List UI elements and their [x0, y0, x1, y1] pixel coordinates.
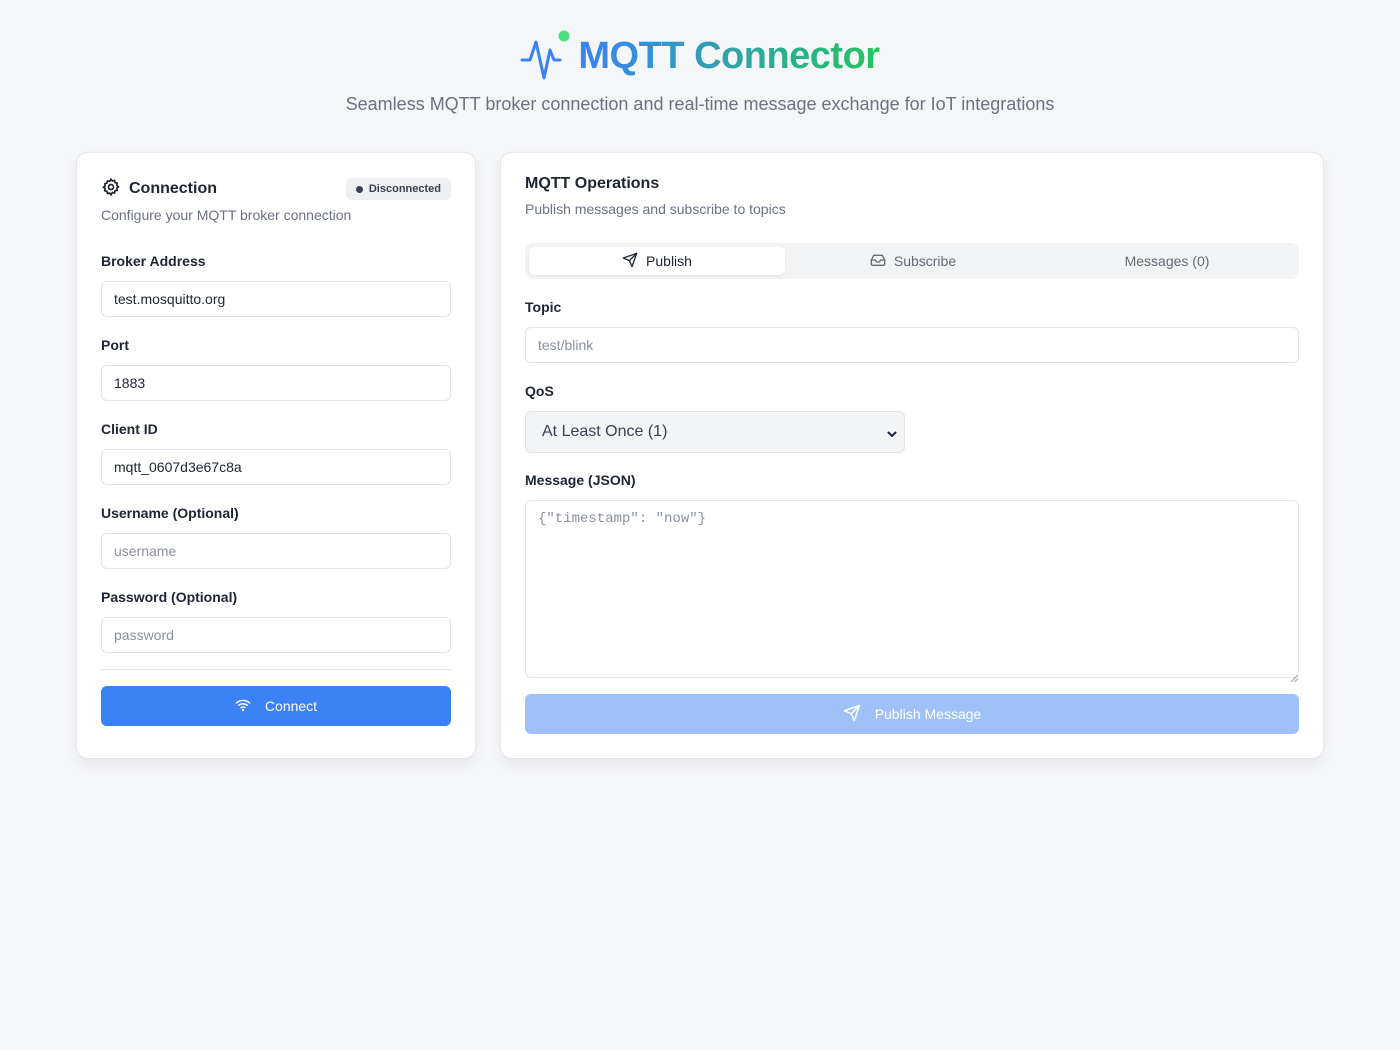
operations-tabs: Publish Subscribe Messages (0): [525, 243, 1299, 279]
status-text: Disconnected: [368, 183, 441, 195]
connect-button[interactable]: Connect: [101, 686, 451, 726]
activity-pulse-icon: [520, 28, 570, 84]
port-label: Port: [101, 337, 129, 353]
qos-selected-value: At Least Once (1): [542, 423, 668, 440]
client-id-input[interactable]: [101, 449, 451, 485]
tab-subscribe[interactable]: Subscribe: [785, 247, 1041, 275]
publish-message-label: Publish Message: [874, 706, 982, 722]
connection-header: Connection Disconnected: [101, 177, 451, 201]
operations-card: MQTT Operations Publish messages and sub…: [500, 152, 1324, 759]
publish-message-button[interactable]: Publish Message: [525, 694, 1299, 734]
tab-messages[interactable]: Messages (0): [1039, 247, 1295, 275]
send-icon: [843, 704, 861, 725]
tab-publish-label: Publish: [646, 253, 692, 269]
tab-messages-label: Messages (0): [1124, 253, 1210, 269]
port-input[interactable]: [101, 365, 451, 401]
broker-address-input[interactable]: [101, 281, 451, 317]
inbox-icon: [870, 252, 886, 271]
password-input[interactable]: [101, 617, 451, 653]
resize-handle-icon[interactable]: [1290, 669, 1299, 687]
topic-label: Topic: [525, 299, 562, 315]
connection-title: Connection: [129, 180, 217, 197]
app-title: MQTT Connector: [578, 26, 880, 86]
send-icon: [622, 252, 638, 271]
connection-card: Connection Disconnected Configure your M…: [76, 152, 476, 759]
gear-icon: [101, 177, 121, 202]
tab-subscribe-label: Subscribe: [893, 253, 957, 269]
topic-input[interactable]: [525, 327, 1299, 363]
app-subtitle: Seamless MQTT broker connection and real…: [345, 94, 1055, 114]
connection-description: Configure your MQTT broker connection: [101, 207, 352, 223]
message-label: Message (JSON): [525, 472, 636, 488]
tab-publish[interactable]: Publish: [529, 247, 785, 275]
operations-title: MQTT Operations: [525, 175, 660, 192]
status-badge: Disconnected: [345, 178, 451, 200]
password-label: Password (Optional): [101, 589, 238, 605]
wifi-icon: [235, 698, 251, 715]
operations-description: Publish messages and subscribe to topics: [525, 201, 786, 217]
divider: [101, 669, 451, 670]
client-id-label: Client ID: [101, 421, 158, 437]
message-textarea[interactable]: [525, 500, 1299, 678]
qos-label: QoS: [525, 383, 554, 399]
username-input[interactable]: [101, 533, 451, 569]
username-label: Username (Optional): [101, 505, 239, 521]
chevron-down-icon: [886, 427, 898, 445]
brand: MQTT Connector: [0, 26, 1400, 86]
status-dot-icon: [355, 185, 363, 193]
connect-label: Connect: [264, 698, 318, 714]
broker-label: Broker Address: [101, 253, 206, 269]
qos-select[interactable]: At Least Once (1): [525, 411, 905, 453]
